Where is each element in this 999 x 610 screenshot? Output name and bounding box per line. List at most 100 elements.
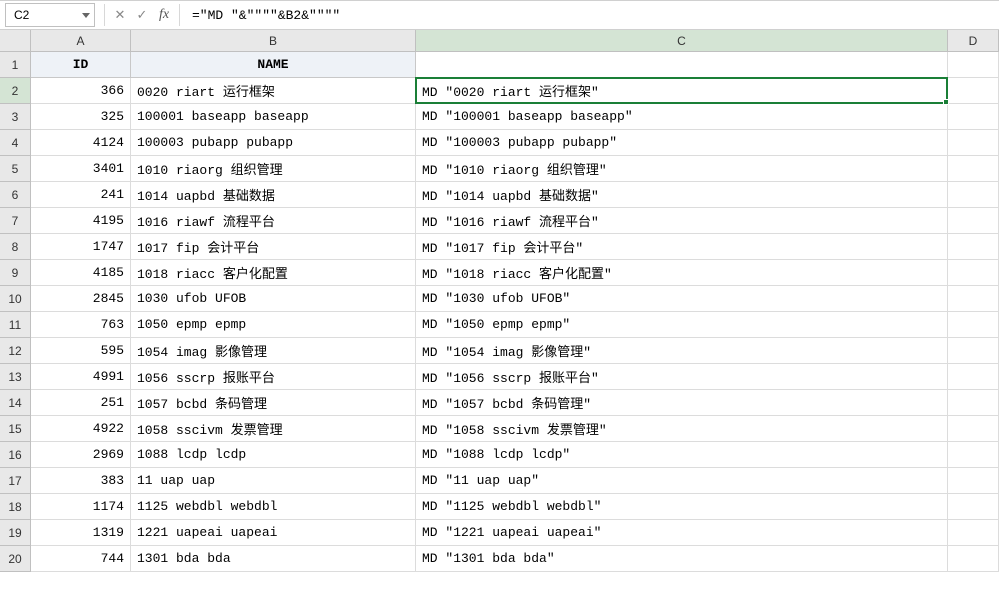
cell-c20[interactable]: MD "1301 bda bda" (416, 546, 948, 572)
row-header[interactable]: 6 (0, 182, 31, 208)
cell-a18[interactable]: 1174 (31, 494, 131, 520)
row-header[interactable]: 7 (0, 208, 31, 234)
cell-a19[interactable]: 1319 (31, 520, 131, 546)
cell-d19[interactable] (948, 520, 999, 546)
row-header[interactable]: 4 (0, 130, 31, 156)
row-header[interactable]: 18 (0, 494, 31, 520)
cell-b19[interactable]: 1221 uapeai uapeai (131, 520, 416, 546)
cell-a4[interactable]: 4124 (31, 130, 131, 156)
cell-d15[interactable] (948, 416, 999, 442)
cell-c19[interactable]: MD "1221 uapeai uapeai" (416, 520, 948, 546)
cell-b10[interactable]: 1030 ufob UFOB (131, 286, 416, 312)
formula-input[interactable] (184, 3, 999, 27)
row-header[interactable]: 11 (0, 312, 31, 338)
column-header-d[interactable]: D (948, 30, 999, 52)
cancel-icon[interactable]: ✕ (109, 4, 131, 26)
cell-d2[interactable] (948, 78, 999, 104)
confirm-icon[interactable]: ✓ (131, 4, 153, 26)
cell-d17[interactable] (948, 468, 999, 494)
cell-c4[interactable]: MD "100003 pubapp pubapp" (416, 130, 948, 156)
row-header[interactable]: 5 (0, 156, 31, 182)
cell-c17[interactable]: MD "11 uap uap" (416, 468, 948, 494)
cell-c14[interactable]: MD "1057 bcbd 条码管理" (416, 390, 948, 416)
cell-c9[interactable]: MD "1018 riacc 客户化配置" (416, 260, 948, 286)
cell-d12[interactable] (948, 338, 999, 364)
cell-a6[interactable]: 241 (31, 182, 131, 208)
row-header[interactable]: 3 (0, 104, 31, 130)
cell-a3[interactable]: 325 (31, 104, 131, 130)
cell-a14[interactable]: 251 (31, 390, 131, 416)
cell-c2[interactable]: MD "0020 riart 运行框架" (416, 78, 948, 104)
cell-c7[interactable]: MD "1016 riawf 流程平台" (416, 208, 948, 234)
cell-c6[interactable]: MD "1014 uapbd 基础数据" (416, 182, 948, 208)
cell-b2[interactable]: 0020 riart 运行框架 (131, 78, 416, 104)
row-header[interactable]: 2 (0, 78, 31, 104)
column-header-c[interactable]: C (416, 30, 948, 52)
cell-a1[interactable]: ID (31, 52, 131, 78)
cell-a15[interactable]: 4922 (31, 416, 131, 442)
column-header-a[interactable]: A (31, 30, 131, 52)
cell-d16[interactable] (948, 442, 999, 468)
cell-c18[interactable]: MD "1125 webdbl webdbl" (416, 494, 948, 520)
cell-b7[interactable]: 1016 riawf 流程平台 (131, 208, 416, 234)
cell-b13[interactable]: 1056 sscrp 报账平台 (131, 364, 416, 390)
cell-a11[interactable]: 763 (31, 312, 131, 338)
cell-d1[interactable] (948, 52, 999, 78)
row-header[interactable]: 8 (0, 234, 31, 260)
column-header-b[interactable]: B (131, 30, 416, 52)
cell-c8[interactable]: MD "1017 fip 会计平台" (416, 234, 948, 260)
cell-d8[interactable] (948, 234, 999, 260)
cell-b4[interactable]: 100003 pubapp pubapp (131, 130, 416, 156)
cell-a13[interactable]: 4991 (31, 364, 131, 390)
cell-c5[interactable]: MD "1010 riaorg 组织管理" (416, 156, 948, 182)
cell-a12[interactable]: 595 (31, 338, 131, 364)
cell-a2[interactable]: 366 (31, 78, 131, 104)
cell-b3[interactable]: 100001 baseapp baseapp (131, 104, 416, 130)
cell-a5[interactable]: 3401 (31, 156, 131, 182)
cell-b17[interactable]: 11 uap uap (131, 468, 416, 494)
cell-d14[interactable] (948, 390, 999, 416)
cell-c10[interactable]: MD "1030 ufob UFOB" (416, 286, 948, 312)
cell-b18[interactable]: 1125 webdbl webdbl (131, 494, 416, 520)
row-header[interactable]: 14 (0, 390, 31, 416)
cell-d9[interactable] (948, 260, 999, 286)
cell-d10[interactable] (948, 286, 999, 312)
cell-b9[interactable]: 1018 riacc 客户化配置 (131, 260, 416, 286)
name-box[interactable]: C2 (5, 3, 95, 27)
cell-d6[interactable] (948, 182, 999, 208)
cell-a16[interactable]: 2969 (31, 442, 131, 468)
cell-b8[interactable]: 1017 fip 会计平台 (131, 234, 416, 260)
cell-d7[interactable] (948, 208, 999, 234)
select-all-corner[interactable] (0, 30, 31, 52)
cell-b1[interactable]: NAME (131, 52, 416, 78)
cell-d11[interactable] (948, 312, 999, 338)
fx-icon[interactable]: fx (153, 7, 175, 23)
cell-b6[interactable]: 1014 uapbd 基础数据 (131, 182, 416, 208)
row-header[interactable]: 9 (0, 260, 31, 286)
cell-d4[interactable] (948, 130, 999, 156)
cell-c15[interactable]: MD "1058 sscivm 发票管理" (416, 416, 948, 442)
row-header[interactable]: 12 (0, 338, 31, 364)
row-header[interactable]: 16 (0, 442, 31, 468)
row-header[interactable]: 1 (0, 52, 31, 78)
cell-a8[interactable]: 1747 (31, 234, 131, 260)
cell-c12[interactable]: MD "1054 imag 影像管理" (416, 338, 948, 364)
cell-d20[interactable] (948, 546, 999, 572)
cell-b12[interactable]: 1054 imag 影像管理 (131, 338, 416, 364)
cell-b11[interactable]: 1050 epmp epmp (131, 312, 416, 338)
cell-b20[interactable]: 1301 bda bda (131, 546, 416, 572)
cell-a9[interactable]: 4185 (31, 260, 131, 286)
row-header[interactable]: 15 (0, 416, 31, 442)
cell-d5[interactable] (948, 156, 999, 182)
cell-a17[interactable]: 383 (31, 468, 131, 494)
cell-c1[interactable] (416, 52, 948, 78)
cell-c13[interactable]: MD "1056 sscrp 报账平台" (416, 364, 948, 390)
cell-c3[interactable]: MD "100001 baseapp baseapp" (416, 104, 948, 130)
cell-b14[interactable]: 1057 bcbd 条码管理 (131, 390, 416, 416)
cell-a10[interactable]: 2845 (31, 286, 131, 312)
cell-b15[interactable]: 1058 sscivm 发票管理 (131, 416, 416, 442)
cell-d13[interactable] (948, 364, 999, 390)
cell-d3[interactable] (948, 104, 999, 130)
chevron-down-icon[interactable] (82, 13, 90, 18)
cell-b16[interactable]: 1088 lcdp lcdp (131, 442, 416, 468)
